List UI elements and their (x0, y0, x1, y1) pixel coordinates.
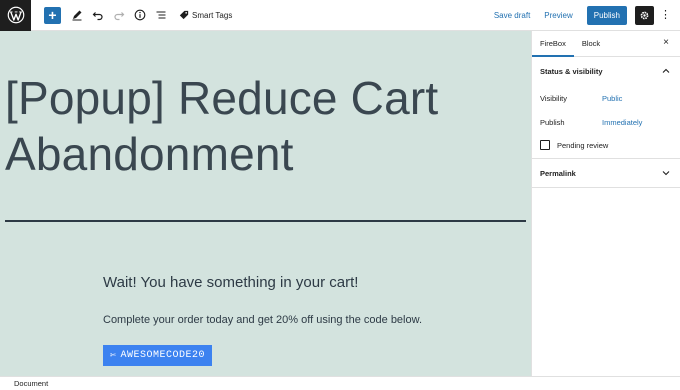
coupon-code-label: AWESOMECODE20 (120, 350, 206, 361)
publish-row: Publish Immediately (532, 110, 680, 134)
popup-heading[interactable]: Wait! You have something in your cart! (103, 274, 358, 291)
redo-icon (114, 12, 125, 21)
publish-button[interactable]: Publish (586, 5, 627, 25)
undo-button[interactable] (88, 0, 108, 31)
tag-icon (179, 10, 189, 20)
preview-button[interactable]: Preview (544, 11, 572, 20)
wordpress-logo-glyph (7, 6, 24, 24)
add-block-button[interactable]: + (44, 6, 61, 24)
gear-icon (640, 11, 649, 19)
sidebar-tabs: FireBox Block × (532, 31, 680, 57)
smart-tags-label: Smart Tags (192, 10, 233, 20)
info-icon (134, 9, 146, 21)
list-view-icon (156, 11, 166, 19)
separator-block[interactable] (5, 220, 526, 222)
editor-app: + Smart Tags Save draft Preview Publish … (0, 0, 680, 390)
permalink-toggle[interactable]: Permalink (532, 159, 680, 187)
save-draft-button[interactable]: Save draft (494, 11, 530, 20)
chevron-down-icon (662, 171, 670, 176)
more-options-button[interactable]: ⋮ (660, 9, 671, 21)
list-view-button[interactable] (151, 0, 171, 31)
breadcrumb-document[interactable]: Document (14, 379, 48, 388)
visibility-value-link[interactable]: Public (602, 94, 622, 103)
permalink-title: Permalink (540, 168, 576, 178)
wordpress-logo-icon[interactable] (0, 0, 31, 31)
close-icon[interactable]: × (663, 38, 669, 48)
post-title[interactable]: [Popup] Reduce Cart Abandonment (5, 70, 525, 182)
edit-tool-button[interactable] (67, 0, 87, 31)
details-button[interactable] (130, 0, 150, 31)
scissors-icon: ✄ (109, 350, 117, 362)
status-visibility-title: Status & visibility (540, 66, 603, 76)
pencil-icon (72, 10, 82, 21)
tab-block[interactable]: Block (574, 31, 608, 56)
pending-review-row: Pending review (532, 134, 680, 156)
settings-sidebar: FireBox Block × Status & visibility Visi… (531, 31, 680, 376)
smart-tags-button[interactable]: Smart Tags (179, 10, 232, 20)
redo-button[interactable] (109, 0, 129, 31)
publish-date-link[interactable]: Immediately (602, 118, 642, 127)
publish-label: Publish (540, 117, 565, 127)
undo-icon (92, 12, 103, 21)
editor-canvas[interactable]: [Popup] Reduce Cart Abandonment Wait! Yo… (0, 31, 531, 376)
coupon-code-button[interactable]: ✄ AWESOMECODE20 (103, 345, 212, 366)
permalink-panel: Permalink (532, 159, 680, 188)
visibility-row: Visibility Public (532, 86, 680, 110)
status-visibility-panel: Status & visibility Visibility Public Pu… (532, 57, 680, 159)
pending-review-label: Pending review (557, 140, 609, 150)
status-visibility-toggle[interactable]: Status & visibility (532, 57, 680, 85)
chevron-up-icon (662, 68, 670, 73)
top-toolbar: + Smart Tags Save draft Preview Publish … (0, 0, 680, 31)
pending-review-checkbox[interactable] (540, 140, 550, 150)
visibility-label: Visibility (540, 93, 567, 103)
footer-bar: Document (0, 376, 680, 390)
tab-firebox[interactable]: FireBox (532, 31, 574, 57)
settings-button[interactable] (635, 5, 654, 25)
popup-body-text[interactable]: Complete your order today and get 20% of… (103, 314, 422, 326)
